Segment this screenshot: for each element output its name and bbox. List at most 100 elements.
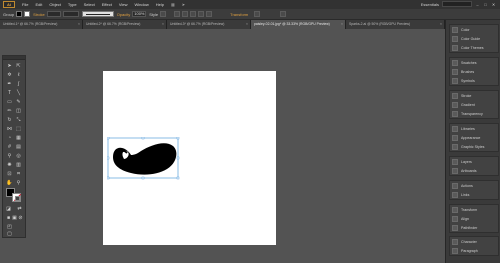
- symbol-sprayer-tool-icon[interactable]: ✺: [6, 162, 13, 168]
- menu-type[interactable]: Type: [68, 2, 77, 7]
- rotate-tool-icon[interactable]: ↻: [6, 117, 13, 123]
- stroke-label[interactable]: Stroke: [33, 12, 45, 17]
- slice-tool-icon[interactable]: ⌗: [15, 171, 22, 177]
- pencil-tool-icon[interactable]: ✏: [6, 108, 13, 114]
- tab-close-icon[interactable]: ×: [246, 20, 248, 29]
- perspective-grid-tool-icon[interactable]: ▦: [15, 135, 22, 141]
- tab-untitled-2[interactable]: Untitled-2* @ 66.7% (RGB/Preview) ×: [83, 20, 167, 29]
- panel-links[interactable]: Links: [450, 190, 498, 199]
- panel-artboards[interactable]: Artboards: [450, 166, 498, 175]
- pen-tool-icon[interactable]: ✒: [6, 81, 13, 87]
- envelope-icon[interactable]: [198, 11, 205, 17]
- tab-paisley[interactable]: paisley-02-01.jpg* @ 33.33% (RGB/GPU Pre…: [251, 20, 346, 29]
- eyedropper-tool-icon[interactable]: ⚲: [6, 153, 13, 159]
- width-tool-icon[interactable]: ⋈: [6, 126, 13, 132]
- tab-untitled-1[interactable]: Untitled-1* @ 66.7% (RGB/Preview) ×: [0, 20, 83, 29]
- panel-color-guide[interactable]: Color Guide: [450, 34, 498, 43]
- shape-builder-tool-icon[interactable]: ◔: [6, 135, 13, 141]
- panel-color[interactable]: Color: [450, 25, 498, 34]
- panel-align[interactable]: Align: [450, 214, 498, 223]
- panel-character[interactable]: Character: [450, 237, 498, 246]
- default-colors-icon[interactable]: ◪: [5, 206, 12, 212]
- panel-appearance[interactable]: Appearance: [450, 133, 498, 142]
- tab-sparks[interactable]: Sparks-2.ai @ 50% (RGB/GPU Preview) ×: [346, 20, 445, 29]
- workspace-switcher[interactable]: Essentials: [421, 2, 439, 7]
- maximize-button[interactable]: □: [483, 2, 488, 7]
- variable-width-dropdown[interactable]: [62, 11, 79, 17]
- menu-help[interactable]: Help: [156, 2, 164, 7]
- transform-label[interactable]: Transform: [230, 12, 248, 17]
- puppet-warp-icon[interactable]: [206, 11, 213, 17]
- brush-definition-dropdown[interactable]: [81, 11, 114, 17]
- panel-pathfinder[interactable]: Pathfinder: [450, 223, 498, 232]
- close-button[interactable]: ✕: [491, 2, 496, 7]
- tab-close-icon[interactable]: ×: [341, 20, 343, 29]
- isolate-icon[interactable]: [190, 11, 197, 17]
- minimize-button[interactable]: –: [475, 2, 480, 7]
- rectangle-tool-icon[interactable]: ▭: [6, 99, 13, 105]
- magic-wand-tool-icon[interactable]: ✲: [6, 72, 13, 78]
- panel-swatches[interactable]: Swatches: [450, 58, 498, 67]
- type-tool-icon[interactable]: T: [6, 90, 13, 96]
- curvature-tool-icon[interactable]: ∫: [15, 81, 22, 87]
- line-tool-icon[interactable]: ╲: [15, 90, 22, 96]
- stroke-weight-dropdown[interactable]: [46, 11, 61, 17]
- paisley-shape[interactable]: [107, 137, 181, 181]
- search-input[interactable]: [442, 1, 472, 7]
- graphic-style-icon[interactable]: [160, 11, 167, 17]
- menu-object[interactable]: Object: [49, 2, 61, 7]
- recolor-icon[interactable]: [174, 11, 181, 17]
- free-transform-tool-icon[interactable]: ⬚: [15, 126, 22, 132]
- opacity-input[interactable]: 100%: [132, 11, 147, 17]
- selection-tool-icon[interactable]: ➤: [6, 63, 13, 69]
- arrange-icon[interactable]: [254, 11, 261, 17]
- panel-brushes[interactable]: Brushes: [450, 67, 498, 76]
- paintbrush-tool-icon[interactable]: ✎: [15, 99, 22, 105]
- send-icon[interactable]: ➤: [182, 2, 185, 7]
- opacity-label[interactable]: Opacity: [117, 12, 131, 17]
- panel-libraries[interactable]: Libraries: [450, 124, 498, 133]
- menu-edit[interactable]: Edit: [35, 2, 42, 7]
- swap-colors-icon[interactable]: ⇄: [16, 206, 23, 212]
- panel-actions[interactable]: Actions: [450, 181, 498, 190]
- panel-paragraph[interactable]: Paragraph: [450, 246, 498, 255]
- panel-graphic-styles[interactable]: Graphic Styles: [450, 142, 498, 151]
- lasso-tool-icon[interactable]: ℓ: [15, 72, 22, 78]
- artboard-tool-icon[interactable]: ⊡: [6, 171, 13, 177]
- column-graph-tool-icon[interactable]: ▥: [15, 162, 22, 168]
- menu-select[interactable]: Select: [84, 2, 95, 7]
- panel-menu-icon[interactable]: [280, 11, 287, 17]
- bridge-icon[interactable]: ▦: [171, 2, 175, 7]
- scale-tool-icon[interactable]: ⤡: [15, 117, 22, 123]
- gradient-tool-icon[interactable]: ▤: [15, 144, 22, 150]
- hand-tool-icon[interactable]: ✋: [6, 180, 13, 186]
- blend-tool-icon[interactable]: ◎: [15, 153, 22, 159]
- draw-mode-icon[interactable]: ◰: [6, 224, 13, 230]
- direct-selection-tool-icon[interactable]: ⇱: [15, 63, 22, 69]
- panel-transparency[interactable]: Transparency: [450, 109, 498, 118]
- tab-close-icon[interactable]: ×: [78, 20, 80, 29]
- menu-effect[interactable]: Effect: [102, 2, 112, 7]
- toolbox-grip[interactable]: [3, 56, 25, 60]
- panel-color-themes[interactable]: Color Themes: [450, 43, 498, 52]
- fill-color-swatch[interactable]: [16, 11, 23, 17]
- tab-close-icon[interactable]: ×: [162, 20, 164, 29]
- eraser-tool-icon[interactable]: ◫: [15, 108, 22, 114]
- panel-layers[interactable]: Layers: [450, 157, 498, 166]
- menu-window[interactable]: Window: [134, 2, 148, 7]
- none-mode-icon[interactable]: ⊘: [17, 215, 24, 221]
- tab-close-icon[interactable]: ×: [440, 20, 442, 29]
- panel-symbols[interactable]: Symbols: [450, 76, 498, 85]
- stroke-color-box[interactable]: [12, 193, 21, 202]
- stroke-color-swatch[interactable]: [24, 11, 31, 17]
- mesh-tool-icon[interactable]: #: [6, 144, 13, 150]
- panel-gradient[interactable]: Gradient: [450, 100, 498, 109]
- screen-mode-icon[interactable]: ▢: [6, 231, 13, 237]
- menu-view[interactable]: View: [119, 2, 128, 7]
- zoom-tool-icon[interactable]: ⚲: [15, 180, 22, 186]
- panel-transform[interactable]: Transform: [450, 205, 498, 214]
- align-icon[interactable]: [182, 11, 189, 17]
- panel-stroke[interactable]: Stroke: [450, 91, 498, 100]
- menu-file[interactable]: File: [22, 2, 28, 7]
- tab-untitled-3[interactable]: Untitled-3* @ 66.7% (RGB/Preview) ×: [167, 20, 251, 29]
